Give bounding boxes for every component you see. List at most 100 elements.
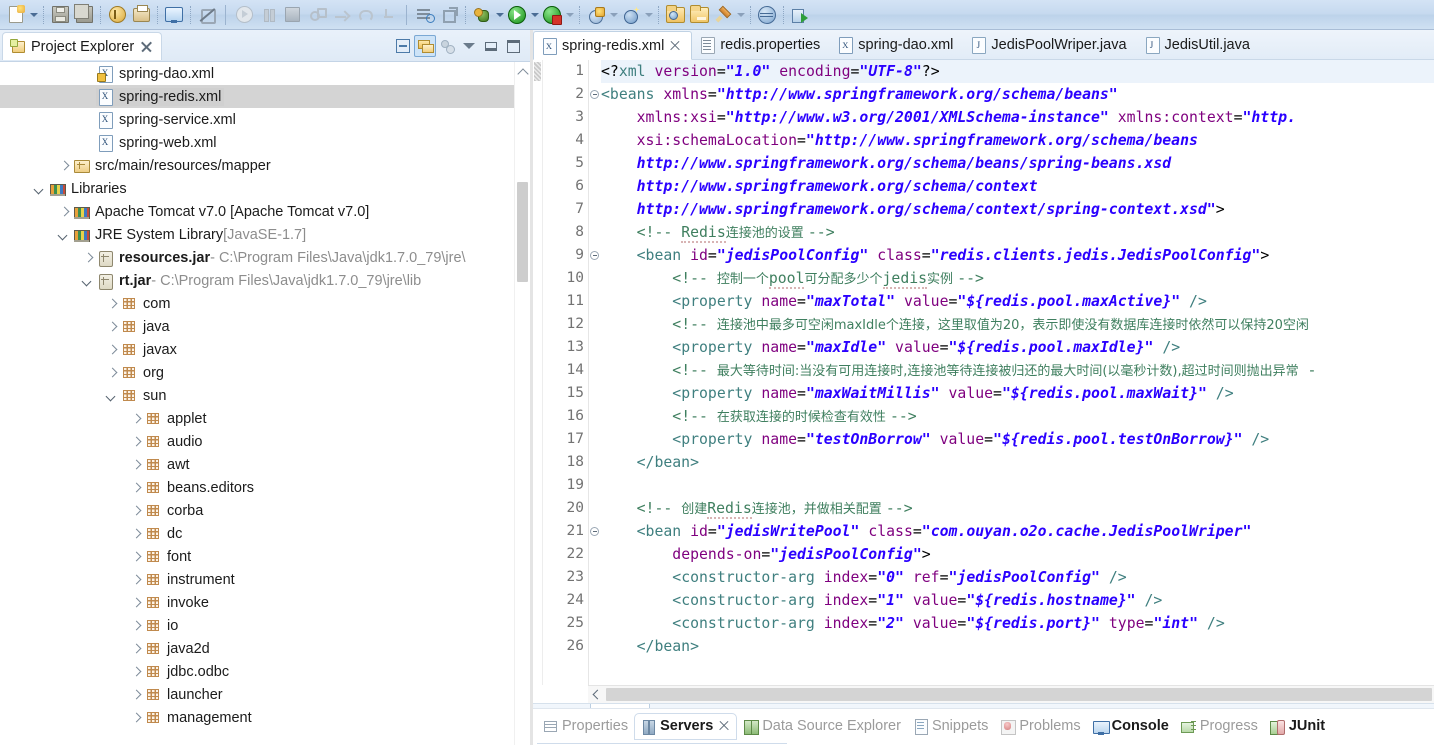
new-dropdown-arrow[interactable] — [28, 4, 39, 26]
tree-item-apache-tomcat-v7-0-apache-tomcat-v7-0[interactable]: Apache Tomcat v7.0 [Apache Tomcat v7.0] — [0, 200, 515, 223]
bottom-view-tab-snippets[interactable]: Snippets — [907, 713, 994, 739]
tree-item-instrument[interactable]: instrument — [0, 568, 515, 591]
chevron-right-icon[interactable] — [128, 411, 144, 427]
tree-item-src-main-resources-mapper[interactable]: src/main/resources/mapper — [0, 154, 515, 177]
chevron-right-icon[interactable] — [56, 158, 72, 174]
code-editor[interactable]: 1 2 3 4 5 6 7 8 9 10 11 12 13 14 15 16 17 18 19 20 21 22 23 24 2… — [533, 60, 1434, 685]
minimize-button[interactable] — [480, 35, 502, 57]
tree-item-spring-web-xml[interactable]: spring-web.xml — [0, 131, 515, 154]
chevron-right-icon[interactable] — [128, 480, 144, 496]
tree-item-javax[interactable]: javax — [0, 338, 515, 361]
source-code-text[interactable]: <?xml version="1.0" encoding="UTF-8"?> <b… — [601, 60, 1434, 685]
editor-tab-spring-dao-xml[interactable]: spring-dao.xml — [830, 30, 963, 59]
step-over-button[interactable] — [353, 4, 375, 26]
debug-button[interactable] — [471, 4, 493, 26]
fold-collapse-icon[interactable] — [590, 527, 599, 536]
editor-tab-spring-redis-xml[interactable]: spring-redis.xml — [533, 31, 693, 60]
run-dropdown-arrow[interactable] — [529, 4, 540, 26]
tree-item-jre-system-library[interactable]: JRE System Library [JavaSE-1.7] — [0, 223, 515, 246]
new-web-service-dropdown-arrow[interactable] — [608, 4, 619, 26]
close-icon[interactable] — [719, 721, 730, 732]
annotations-dropdown-arrow[interactable] — [735, 4, 746, 26]
chevron-right-icon[interactable] — [128, 710, 144, 726]
bottom-view-tab-progress[interactable]: Progress — [1175, 713, 1264, 739]
chevron-right-icon[interactable] — [80, 250, 96, 266]
bottom-view-tab-servers[interactable]: Servers — [634, 712, 738, 740]
tree-item-org[interactable]: org — [0, 361, 515, 384]
tree-item-beans-editors[interactable]: beans.editors — [0, 476, 515, 499]
tree-item-awt[interactable]: awt — [0, 453, 515, 476]
focus-on-active-task-button[interactable] — [436, 35, 458, 57]
chevron-right-icon[interactable] — [128, 618, 144, 634]
chevron-right-icon[interactable] — [104, 296, 120, 312]
chevron-right-icon[interactable] — [128, 687, 144, 703]
chevron-right-icon[interactable] — [104, 365, 120, 381]
fold-collapse-icon[interactable] — [590, 251, 599, 260]
debug-dropdown-arrow[interactable] — [494, 4, 505, 26]
validate-button[interactable] — [106, 4, 128, 26]
tree-item-audio[interactable]: audio — [0, 430, 515, 453]
external-tools-button[interactable] — [438, 4, 460, 26]
chevron-right-icon[interactable] — [128, 503, 144, 519]
tree-item-rt-jar[interactable]: rt.jar - C:\Program Files\Java\jdk1.7.0_… — [0, 269, 515, 292]
tree-item-spring-redis-xml[interactable]: spring-redis.xml — [0, 85, 515, 108]
web-services-button[interactable] — [620, 4, 642, 26]
project-tree[interactable]: spring-dao.xml spring-redis.xml spring-ser… — [0, 62, 515, 745]
link-with-editor-button[interactable] — [414, 35, 436, 57]
scroll-left-icon[interactable] — [588, 686, 604, 703]
open-type-button[interactable] — [664, 4, 686, 26]
tree-item-java[interactable]: java — [0, 315, 515, 338]
tree-item-spring-service-xml[interactable]: spring-service.xml — [0, 108, 515, 131]
tree-item-applet[interactable]: applet — [0, 407, 515, 430]
chevron-down-icon[interactable] — [104, 388, 120, 404]
chevron-right-icon[interactable] — [128, 526, 144, 542]
editor-tab-jedispoolwriper-java[interactable]: JedisPoolWriper.java — [963, 30, 1136, 59]
tree-item-java2d[interactable]: java2d — [0, 637, 515, 660]
folding-ruler[interactable] — [589, 60, 601, 685]
tree-item-jdbc-odbc[interactable]: jdbc.odbc — [0, 660, 515, 683]
new-web-service-button[interactable] — [585, 4, 607, 26]
web-browser-button[interactable] — [756, 4, 778, 26]
chevron-right-icon[interactable] — [128, 434, 144, 450]
tree-item-launcher[interactable]: launcher — [0, 683, 515, 706]
tree-item-dc[interactable]: dc — [0, 522, 515, 545]
chevron-right-icon[interactable] — [104, 319, 120, 335]
close-icon[interactable] — [670, 40, 681, 51]
bottom-view-tab-properties[interactable]: Properties — [537, 713, 634, 739]
open-task-button[interactable] — [414, 4, 436, 26]
tree-item-spring-dao-xml[interactable]: spring-dao.xml — [0, 62, 515, 85]
project-tree-vertical-scrollbar[interactable] — [514, 62, 530, 745]
tree-item-resources-jar[interactable]: resources.jar - C:\Program Files\Java\jd… — [0, 246, 515, 269]
tree-item-font[interactable]: font — [0, 545, 515, 568]
save-button[interactable] — [49, 4, 71, 26]
step-into-button[interactable] — [329, 4, 351, 26]
new-button[interactable] — [5, 4, 27, 26]
tree-item-sun[interactable]: sun — [0, 384, 515, 407]
chevron-right-icon[interactable] — [128, 549, 144, 565]
annotations-button[interactable] — [712, 4, 734, 26]
tree-item-io[interactable]: io — [0, 614, 515, 637]
print-button[interactable] — [130, 4, 152, 26]
editor-tab-redis-properties[interactable]: redis.properties — [692, 30, 830, 59]
tree-item-corba[interactable]: corba — [0, 499, 515, 522]
step-return-button[interactable] — [377, 4, 399, 26]
chevron-right-icon[interactable] — [128, 664, 144, 680]
view-menu-button[interactable] — [458, 35, 480, 57]
tree-item-com[interactable]: com — [0, 292, 515, 315]
collapse-all-button[interactable] — [392, 35, 414, 57]
disconnect-button[interactable] — [305, 4, 327, 26]
run-server-dropdown-arrow[interactable] — [564, 4, 575, 26]
project-explorer-tab[interactable]: Project Explorer — [2, 32, 163, 60]
scroll-thumb[interactable] — [606, 688, 1432, 701]
run-on-server-button[interactable] — [541, 4, 563, 26]
fold-collapse-icon[interactable] — [590, 90, 599, 99]
resume-button[interactable] — [233, 4, 255, 26]
chevron-right-icon[interactable] — [128, 457, 144, 473]
annotation-ruler[interactable] — [533, 60, 543, 685]
editor-tab-jedisutil-java[interactable]: JedisUtil.java — [1137, 30, 1260, 59]
chevron-down-icon[interactable] — [80, 273, 96, 289]
scroll-thumb[interactable] — [517, 182, 528, 282]
tree-item-invoke[interactable]: invoke — [0, 591, 515, 614]
chevron-right-icon[interactable] — [56, 204, 72, 220]
tree-item-libraries[interactable]: Libraries — [0, 177, 515, 200]
